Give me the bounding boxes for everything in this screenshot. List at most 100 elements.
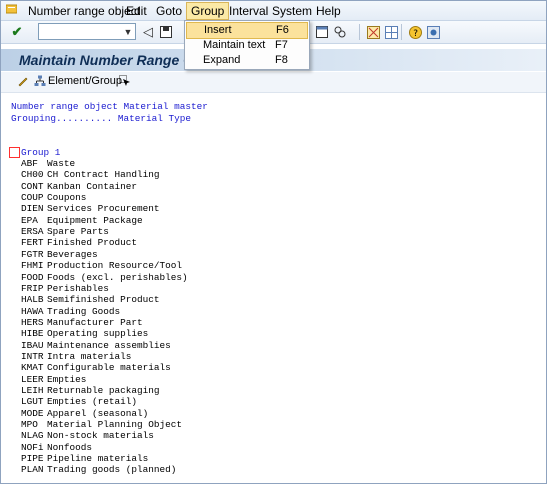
material-type-text: Returnable packaging — [47, 385, 160, 396]
number-range-object-line: Number range object Material master — [11, 101, 208, 112]
material-type-code: HERS — [21, 316, 44, 328]
group-entry-row[interactable]: HAWA Trading Goods — [21, 306, 120, 317]
group-entry-row[interactable]: HERS Manufacturer Part — [21, 317, 143, 328]
material-type-text: Foods (excl. perishables) — [47, 271, 188, 283]
group-entry-row[interactable]: LEER Empties — [21, 374, 86, 385]
group-checkbox[interactable] — [9, 147, 20, 158]
material-type-text: CH Contract Handling — [47, 169, 160, 181]
material-type-code: FOOD — [21, 271, 44, 283]
group-entry-row[interactable]: KMAT Configurable materials — [21, 362, 171, 373]
group-entry-row[interactable]: PLAN Trading goods (planned) — [21, 464, 176, 475]
material-type-code: KMAT — [21, 362, 44, 374]
material-type-text: Equipment Package — [47, 214, 143, 226]
menu-bar: Number range object Edit Goto Group Inte… — [1, 1, 546, 21]
group-entry-row[interactable]: FHMI Production Resource/Tool — [21, 260, 182, 271]
grouping-line: Grouping.......... Material Type — [11, 113, 192, 124]
material-type-text: Spare Parts — [47, 226, 109, 238]
material-type-code: FHMI — [21, 260, 44, 272]
element-group-button[interactable]: Element/Group — [34, 75, 122, 87]
group-entry-row[interactable]: MPO Material Planning Object — [21, 419, 182, 430]
customize-icon[interactable] — [425, 24, 441, 40]
group-entry-row[interactable]: INTR Intra materials — [21, 351, 131, 362]
menu-group[interactable]: Group — [186, 2, 230, 20]
menu-edit[interactable]: Edit — [126, 4, 147, 18]
menu-system[interactable]: System — [272, 4, 312, 18]
material-type-text: Apparel (seasonal) — [47, 407, 149, 419]
material-type-text: Services Procurement — [47, 203, 160, 215]
material-type-code: LEIH — [21, 385, 44, 396]
material-type-text: Empties (retail) — [47, 396, 138, 408]
window-menu-icon[interactable] — [6, 4, 17, 14]
material-type-code: CONT — [21, 180, 44, 192]
group-label[interactable]: Group 1 — [21, 147, 60, 158]
menu-item-insert[interactable]: Insert F6 — [186, 22, 308, 39]
menu-help[interactable]: Help — [316, 4, 341, 18]
material-type-text: Manufacturer Part — [47, 316, 143, 328]
group-entry-row[interactable]: PIPE Pipeline materials — [21, 453, 148, 464]
back-icon[interactable]: ◁ — [140, 24, 156, 40]
menu-number-range-object[interactable]: Number range object — [28, 4, 140, 18]
menu-item-shortcut: F7 — [275, 39, 288, 51]
group-entry-row[interactable]: ERSA Spare Parts — [21, 226, 109, 237]
group-entry-row[interactable]: HALB Semifinished Product — [21, 294, 160, 305]
material-type-code: NOFi — [21, 441, 44, 453]
material-type-code: HALB — [21, 294, 44, 306]
page-title: Maintain Number Range Gr — [19, 52, 200, 68]
material-type-text: Finished Product — [47, 237, 138, 249]
select-cursor-button[interactable] — [119, 75, 131, 87]
menu-interval[interactable]: Interval — [229, 4, 268, 18]
group-entry-row[interactable]: FRIP Perishables — [21, 283, 109, 294]
change-button[interactable] — [17, 75, 29, 87]
group-entry-row[interactable]: CH00 CH Contract Handling — [21, 169, 160, 180]
create-session-icon[interactable] — [314, 24, 330, 40]
save-icon[interactable] — [158, 24, 174, 40]
material-type-text: Operating supplies — [47, 328, 149, 340]
material-type-code: PIPE — [21, 453, 44, 465]
material-type-text: Material Planning Object — [47, 419, 183, 431]
group-entry-row[interactable]: NOFi Nonfoods — [21, 442, 92, 453]
material-type-text: Nonfoods — [47, 441, 93, 453]
material-type-code: EPA — [21, 214, 38, 226]
group-entry-row[interactable]: EPA Equipment Package — [21, 215, 143, 226]
group-entry-row[interactable]: COUP Coupons — [21, 192, 86, 203]
material-type-code: LEER — [21, 373, 44, 385]
group-entry-row[interactable]: FGTR Beverages — [21, 249, 98, 260]
select-cursor-icon — [119, 75, 130, 86]
chevron-down-icon[interactable]: ▼ — [121, 24, 135, 39]
group-entry-row[interactable]: DIEN Services Procurement — [21, 203, 160, 214]
material-type-text: Semifinished Product — [47, 294, 160, 306]
grid-icon[interactable] — [383, 24, 399, 40]
find-icon[interactable] — [332, 24, 348, 40]
material-type-text: Beverages — [47, 248, 98, 260]
group-entry-row[interactable]: NLAG Non-stock materials — [21, 430, 154, 441]
menu-item-expand[interactable]: Expand F8 — [186, 53, 308, 68]
group-entry-row[interactable]: HIBE Operating supplies — [21, 328, 148, 339]
material-type-code: NLAG — [21, 430, 44, 442]
material-type-text: Kanban Container — [47, 180, 138, 192]
group-entry-row[interactable]: ABF Waste — [21, 158, 75, 169]
group-entry-row[interactable]: LEIH Returnable packaging — [21, 385, 160, 396]
group-dropdown-menu: Insert F6 Maintain text F7 Expand F8 — [184, 20, 310, 70]
material-type-text: Waste — [47, 158, 76, 169]
material-type-text: Coupons — [47, 192, 87, 204]
menu-goto[interactable]: Goto — [156, 4, 182, 18]
group-entry-row[interactable]: FERT Finished Product — [21, 237, 137, 248]
material-type-code: FERT — [21, 237, 44, 249]
application-toolbar: Element/Group — [1, 72, 546, 93]
menu-item-maintain-text[interactable]: Maintain text F7 — [186, 38, 308, 53]
group-entry-row[interactable]: LGUT Empties (retail) — [21, 396, 137, 407]
layout-menu-icon[interactable] — [365, 24, 381, 40]
material-type-text: Configurable materials — [47, 362, 171, 374]
help-icon[interactable]: ? — [407, 24, 423, 40]
material-type-code: IBAU — [21, 339, 44, 351]
group-entry-row[interactable]: CONT Kanban Container — [21, 181, 137, 192]
group-entry-row[interactable]: FOOD Foods (excl. perishables) — [21, 272, 188, 283]
element-group-label: Element/Group — [48, 75, 122, 87]
material-type-code: HAWA — [21, 305, 44, 317]
group-entry-row[interactable]: MODE Apparel (seasonal) — [21, 408, 148, 419]
enter-check-icon[interactable]: ✔ — [9, 24, 25, 40]
menu-item-label: Expand — [203, 54, 241, 66]
material-type-text: Production Resource/Tool — [47, 260, 183, 272]
group-entry-row[interactable]: IBAU Maintenance assemblies — [21, 340, 171, 351]
command-field[interactable]: ▼ — [38, 23, 136, 40]
